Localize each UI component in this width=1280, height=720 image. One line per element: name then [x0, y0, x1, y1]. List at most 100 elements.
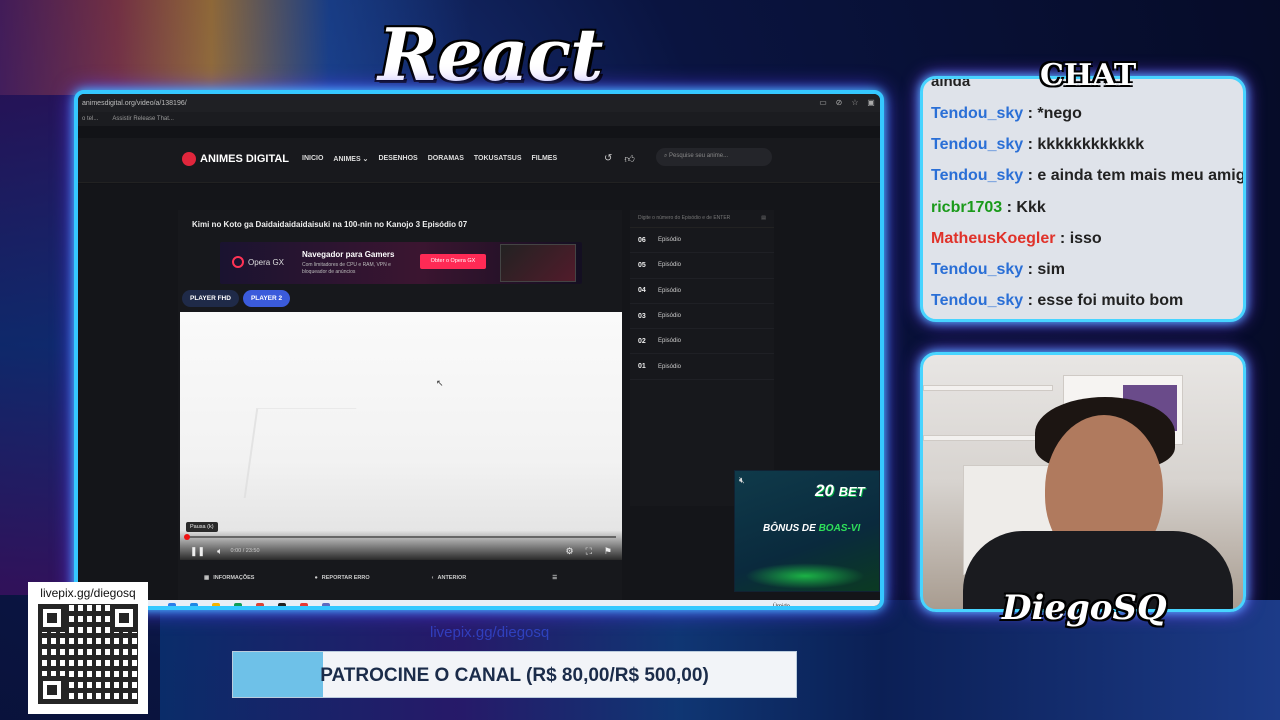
bet-bonus-text: BÔNUS DE BOAS-VI: [763, 523, 860, 534]
search-input[interactable]: ⌕ Pesquise seu anime...: [656, 148, 772, 166]
ad-brand: Opera GX: [232, 256, 284, 268]
player-controls: ❚❚ 🔈︎ 0:00 / 23:50 ⚙ ⛶ ⚑: [180, 542, 622, 560]
episode-search-input[interactable]: Digite o número do Episódio e de ENTER ▤: [630, 210, 774, 228]
episode-list-button[interactable]: ☰: [552, 575, 557, 581]
install-icon[interactable]: ▭: [818, 98, 828, 108]
streamer-name: DiegoSQ: [1002, 588, 1167, 628]
taskbar-app-icon[interactable]: [322, 603, 330, 606]
os-taskbar: Úmido: [78, 600, 880, 606]
ad-cta-button[interactable]: Obter o Opera GX: [420, 254, 486, 269]
bet-ad-widget[interactable]: 🔇︎ 20 BET BÔNUS DE BOAS-VI: [734, 470, 880, 592]
chat-username[interactable]: Tendou_sky: [931, 136, 1023, 153]
mouse-cursor-icon: ↖: [436, 378, 444, 388]
nav-animes[interactable]: ANIMES ⌄: [333, 155, 368, 163]
tab-player-fhd[interactable]: PLAYER FHD: [182, 290, 239, 307]
pause-icon[interactable]: ❚❚: [190, 546, 205, 557]
episode-number: 06: [638, 236, 646, 244]
tracking-icon[interactable]: ⊘: [834, 98, 844, 108]
logo-icon: [182, 152, 196, 166]
nav-filmes[interactable]: FILMES: [531, 155, 557, 163]
episode-item[interactable]: 06 Episódio: [630, 228, 774, 254]
episode-search-placeholder: Digite o número do Episódio e de ENTER: [638, 215, 731, 221]
chat-text: : *nego: [1023, 105, 1082, 122]
episode-label: Episódio: [658, 262, 682, 269]
mute-icon[interactable]: 🔇︎: [739, 475, 745, 486]
tab-player-2[interactable]: PLAYER 2: [242, 290, 291, 307]
chat-username[interactable]: Tendou_sky: [931, 105, 1023, 122]
like-icon[interactable]: 👍︎: [624, 153, 634, 165]
episode-number: 02: [638, 337, 646, 345]
chat-username[interactable]: MatheusKoegler: [931, 230, 1055, 247]
chat-message: Tendou_sky : esse foi muito bom: [931, 288, 1243, 319]
nav-tokusatsus[interactable]: TOKUSATSUS: [474, 155, 522, 163]
sponsor-goal-bar: PATROCINE O CANAL (R$ 80,00/R$ 500,00): [232, 651, 797, 698]
chat-username[interactable]: Tendou_sky: [931, 167, 1023, 184]
volume-icon[interactable]: 🔈︎: [217, 546, 222, 557]
progress-handle[interactable]: [184, 534, 190, 540]
previous-label: ANTERIOR: [437, 575, 467, 581]
chat-username[interactable]: Tendou_sky: [931, 261, 1023, 278]
chat-message: Tendou_sky : *nego: [931, 101, 1243, 132]
history-icon[interactable]: ↺: [604, 153, 612, 165]
episode-label: Episódio: [658, 338, 682, 345]
address-bar[interactable]: animesdigital.org/video/a/138196/ ▭ ⊘ ☆ …: [78, 94, 880, 112]
ad-headline: Navegador para Gamers: [302, 250, 395, 259]
taskbar-app-icon[interactable]: [256, 603, 264, 606]
nav-inicio[interactable]: INICIO: [302, 155, 323, 163]
taskbar-app-icon[interactable]: [234, 603, 242, 606]
qr-code: [38, 604, 138, 704]
ad-subtext: Com limitadores de CPU e RAM, VPN e bloq…: [302, 262, 391, 275]
settings-icon[interactable]: ⚙: [566, 546, 574, 557]
chat-message: ricbr1703 : Kkk: [931, 195, 1243, 226]
progress-bar[interactable]: [184, 534, 616, 540]
chat-username[interactable]: ricbr1703: [931, 199, 1002, 216]
grid-icon: ▦: [204, 575, 210, 581]
previous-button[interactable]: ‹ ANTERIOR: [432, 575, 467, 581]
episode-number: 04: [638, 287, 646, 295]
episode-item[interactable]: 01 Episódio: [630, 354, 774, 380]
video-player[interactable]: ↖ Pausa (k) ❚❚ 🔈︎ 0:00 / 23:50 ⚙ ⛶ ⚑: [180, 312, 622, 560]
chevron-left-icon: ‹: [431, 575, 434, 581]
episode-item[interactable]: 05 Episódio: [630, 253, 774, 279]
player-tabs: PLAYER FHD PLAYER 2: [182, 290, 291, 307]
sponsor-goal-text: PATROCINE O CANAL (R$ 80,00/R$ 500,00): [320, 665, 709, 686]
url-text[interactable]: animesdigital.org/video/a/138196/: [82, 100, 812, 107]
opera-logo-icon: [232, 256, 244, 268]
report-error-button[interactable]: ● REPORTAR ERRO: [314, 575, 369, 581]
ad-image: [500, 244, 576, 282]
taskbar-app-icon[interactable]: [212, 603, 220, 606]
episode-actions-bar: ▦ INFORMAÇÕES ● REPORTAR ERRO ‹ ANTERIOR…: [178, 566, 622, 590]
chat-partial-message: ainda: [931, 76, 971, 90]
chat-username[interactable]: Tendou_sky: [931, 292, 1023, 309]
taskbar-app-icon[interactable]: [278, 603, 286, 606]
ad-banner[interactable]: Opera GX Navegador para Gamers Com limit…: [220, 242, 582, 284]
qr-finder: [38, 604, 66, 632]
episode-item[interactable]: 04 Episódio: [630, 279, 774, 304]
chat-text: : isso: [1055, 229, 1102, 247]
taskbar-app-icon[interactable]: [190, 603, 198, 606]
bookmark-item[interactable]: Assistir Release That...: [112, 116, 174, 122]
extensions-icon[interactable]: ▣: [866, 98, 876, 108]
star-icon[interactable]: ☆: [850, 98, 860, 108]
info-button[interactable]: ▦ INFORMAÇÕES: [204, 575, 254, 581]
bet-bonus-b: BOAS-VI: [818, 523, 861, 534]
nav-desenhos[interactable]: DESENHOS: [378, 155, 417, 163]
report-label: REPORTAR ERRO: [321, 575, 370, 581]
chat-panel: ainda Tendou_sky : *nego Tendou_sky : kkk…: [920, 76, 1246, 322]
info-label: INFORMAÇÕES: [213, 575, 255, 581]
webcam-feed: [920, 352, 1246, 612]
flag-icon[interactable]: ⚑: [604, 546, 612, 557]
bookmark-item[interactable]: o tel...: [82, 116, 98, 122]
taskbar-app-icon[interactable]: [300, 603, 308, 606]
episode-item[interactable]: 02 Episódio: [630, 329, 774, 355]
nav-doramas[interactable]: DORAMAS: [428, 155, 464, 163]
qr-code-card: livepix.gg/diegosq: [28, 582, 148, 714]
fullscreen-icon[interactable]: ⛶: [586, 546, 592, 557]
site-logo[interactable]: ANIMES DIGITAL: [182, 152, 289, 166]
episode-label: Episódio: [658, 287, 682, 294]
episode-number: 03: [638, 312, 646, 320]
taskbar-app-icon[interactable]: [168, 603, 176, 606]
nav-icon-group: ↺ 👍︎: [604, 153, 635, 165]
episode-item[interactable]: 03 Episódio: [630, 304, 774, 330]
episode-number: 05: [638, 261, 646, 269]
